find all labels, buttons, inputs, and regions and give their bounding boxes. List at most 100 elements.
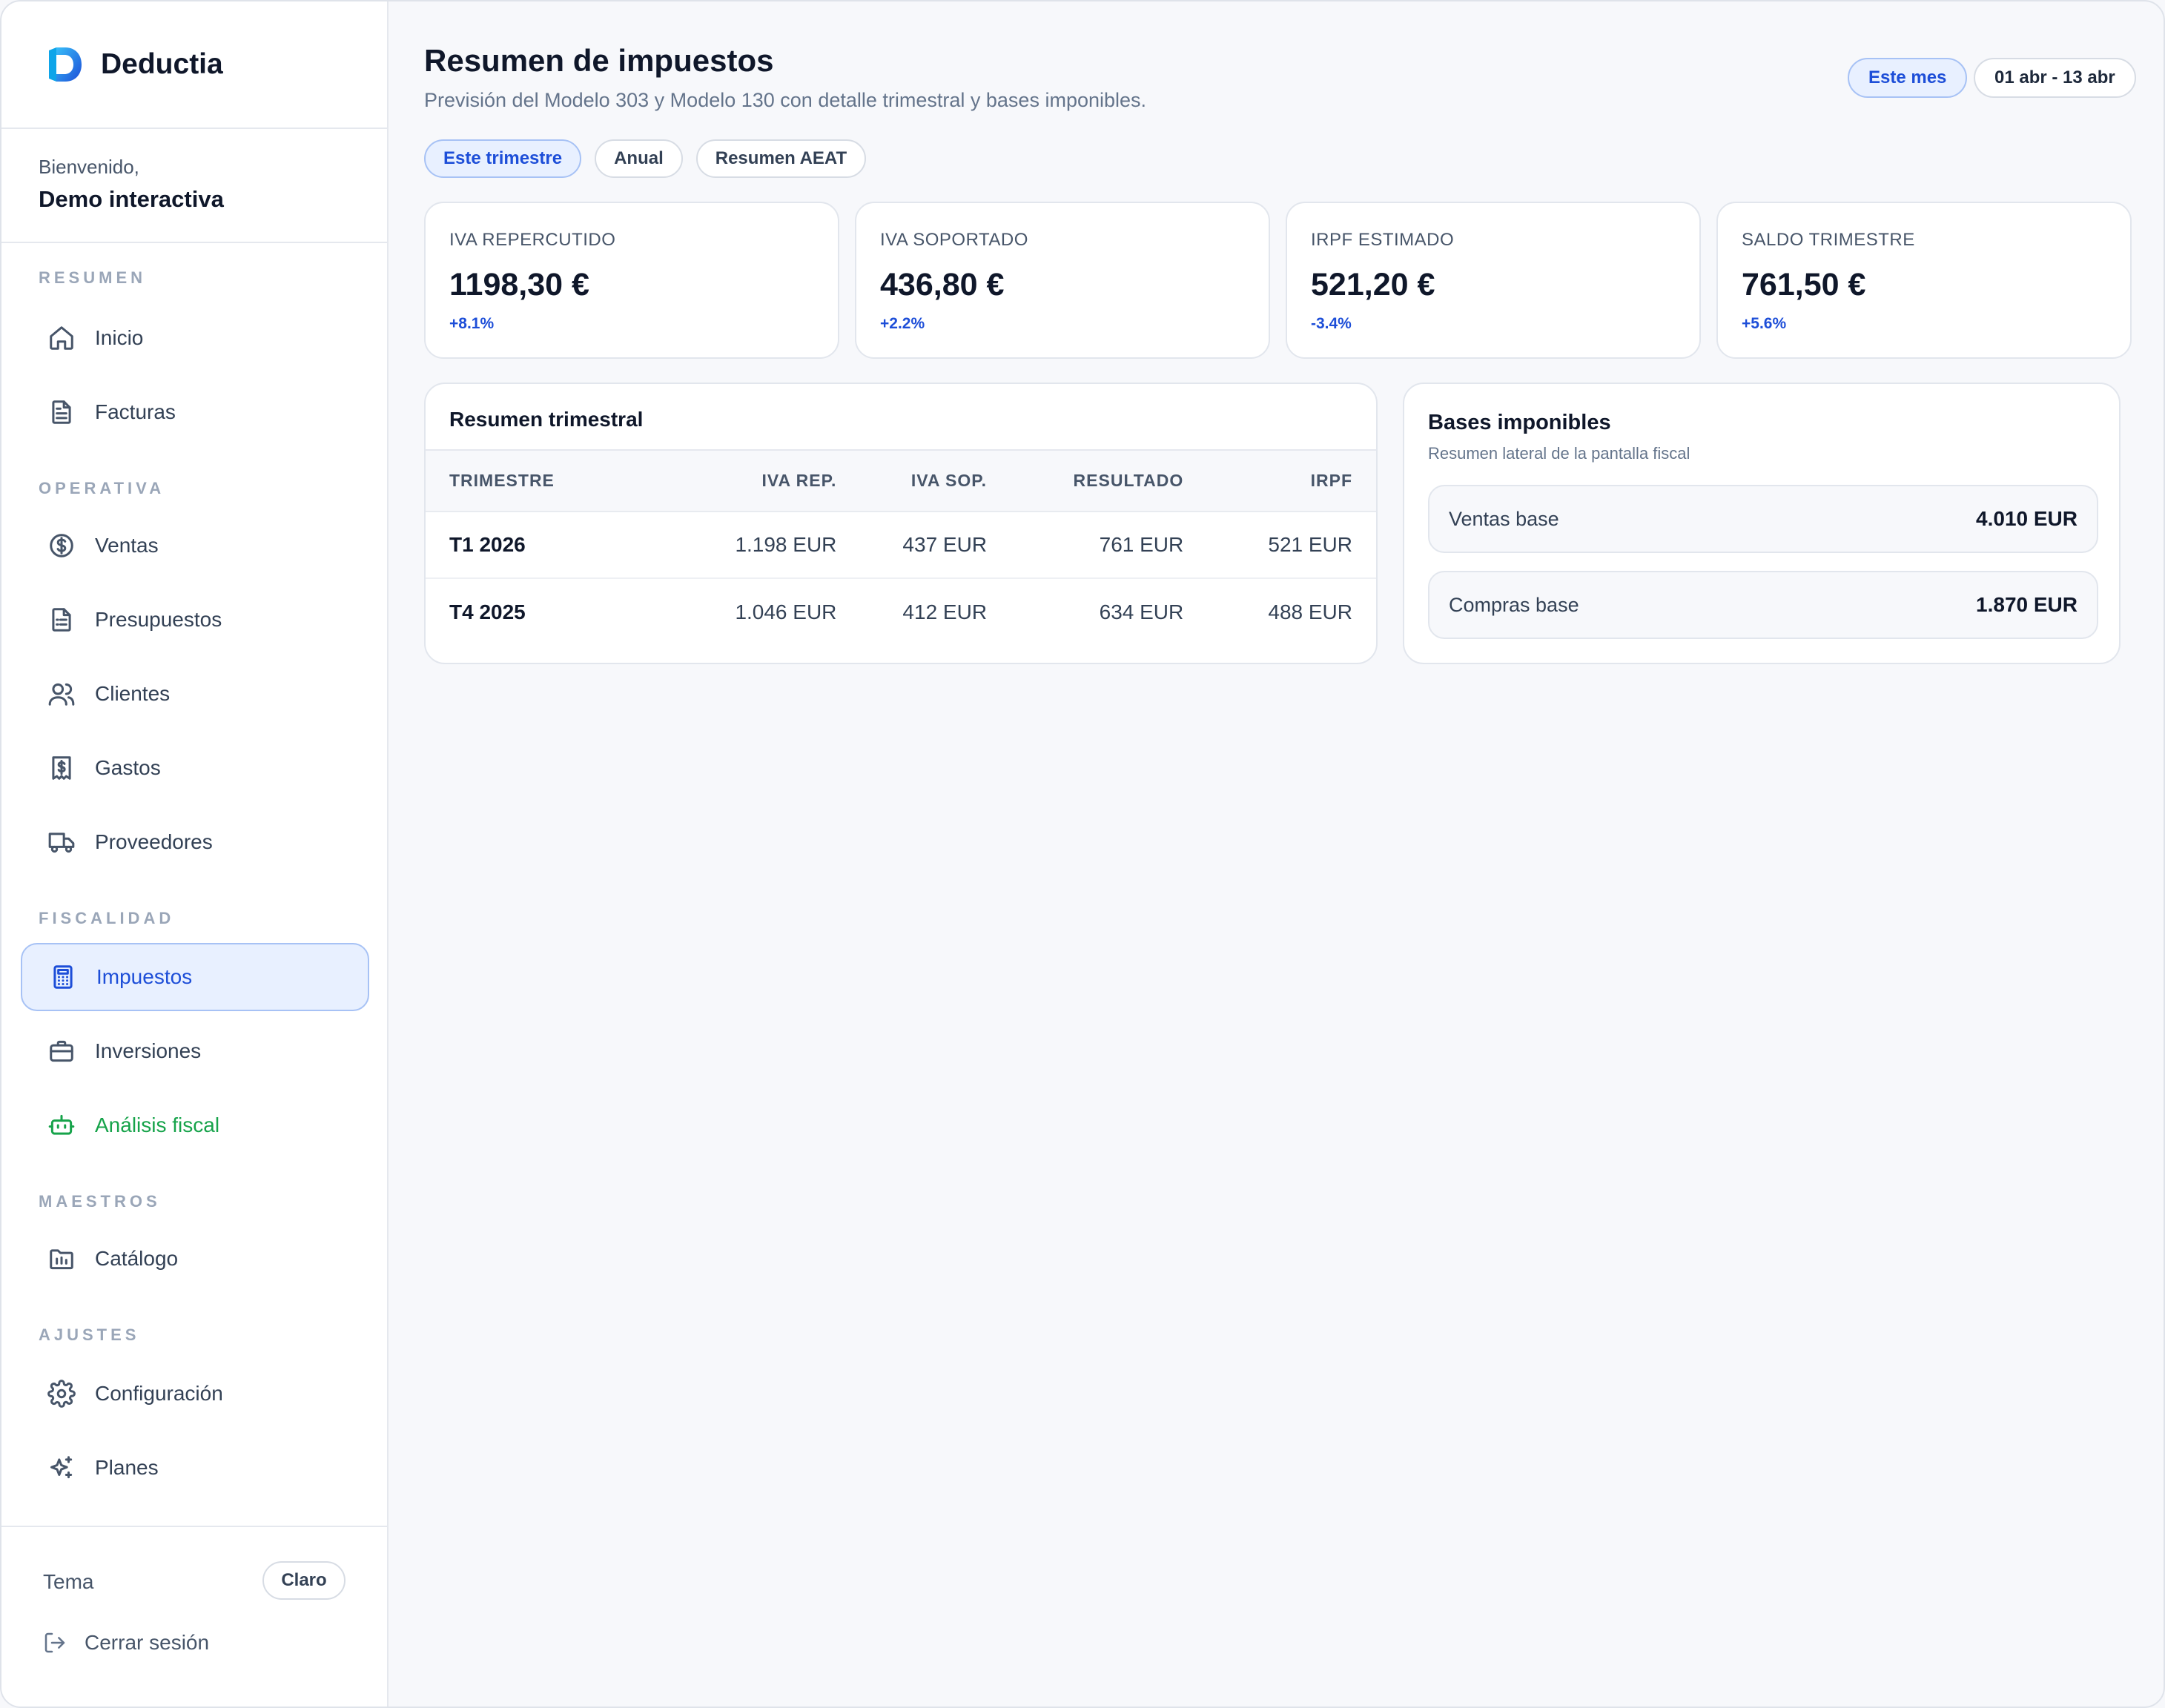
welcome-block: Bienvenido, Demo interactiva (1, 129, 387, 243)
section-maestros: MAESTROS (39, 1192, 161, 1211)
sidebar-footer: Tema Claro Cerrar sesión (1, 1526, 387, 1707)
view-tabs: Este trimestre Anual Resumen AEAT (424, 139, 867, 178)
sparkles-icon (50, 1456, 73, 1479)
kpi-card-iva-soportado: IVA SOPORTADO 436,80 € +2.2% (855, 202, 1270, 359)
sidebar-item-label: Ventas (95, 534, 159, 557)
base-row-compras: Compras base 1.870 EUR (1428, 571, 2098, 639)
app-name: Deductia (101, 48, 223, 80)
section-ajustes: AJUSTES (39, 1325, 140, 1344)
kpi-card-saldo-trimestre: SALDO TRIMESTRE 761,50 € +5.6% (1716, 202, 2132, 359)
deductia-logo-icon (49, 47, 82, 82)
table-cell: 634 EUR (1099, 600, 1184, 623)
user-name: Demo interactiva (39, 186, 224, 212)
sidebar-item-catalogo[interactable]: Catálogo (21, 1225, 369, 1293)
card-subtitle: Resumen lateral de la pantalla fiscal (1428, 444, 1690, 463)
main-content: Resumen de impuestos Previsión del Model… (389, 1, 2164, 1707)
table-cell: T4 2025 (449, 600, 526, 623)
card-title: Bases imponibles (1428, 411, 1611, 434)
logout-button[interactable]: Cerrar sesión (43, 1631, 209, 1655)
table-cell: 437 EUR (836, 512, 988, 579)
sidebar-item-label: Clientes (95, 682, 171, 705)
kpi-delta: +2.2% (880, 315, 925, 332)
table-cell: 488 EUR (1268, 600, 1352, 623)
logout-label: Cerrar sesión (85, 1631, 210, 1654)
sidebar-item-facturas[interactable]: Facturas (21, 378, 369, 446)
app-window: Deductia Bienvenido, Demo interactiva RE… (0, 0, 2165, 1708)
section-resumen: RESUMEN (39, 268, 147, 287)
table-cell: 412 EUR (902, 600, 988, 623)
kpi-delta: +5.6% (1742, 315, 1787, 332)
tab-anual[interactable]: Anual (595, 139, 683, 178)
table-cell: T1 2026 (426, 512, 656, 579)
quarterly-table: TRIMESTRE IVA REP. IVA SOP. RESULTADO IR… (426, 451, 1376, 645)
tab-este-trimestre[interactable]: Este trimestre (424, 139, 582, 178)
kpi-value: 761,50 € (1742, 267, 1866, 302)
sidebar-item-inicio[interactable]: Inicio (21, 304, 369, 372)
table-cell: 1.198 EUR (655, 512, 837, 579)
sidebar-item-gastos[interactable]: Gastos (21, 734, 369, 802)
base-label: Ventas base (1449, 507, 1559, 530)
quarterly-summary-card: Resumen trimestral TRIMESTRE IVA REP. IV… (424, 383, 1378, 664)
sidebar-item-ventas[interactable]: Ventas (21, 512, 369, 580)
table-cell: 1.046 EUR (735, 600, 837, 623)
truck-icon (48, 833, 75, 853)
kpi-value: 436,80 € (880, 267, 1005, 302)
page-title: Resumen de impuestos (424, 43, 774, 78)
period-filter-button[interactable]: Este mes (1848, 58, 1968, 98)
table-row[interactable]: T1 2026 1.198 EUR 437 EUR 761 EUR 521 EU… (426, 512, 1376, 579)
sidebar-item-label: Análisis fiscal (95, 1113, 220, 1136)
sidebar-item-label: Gastos (95, 756, 161, 779)
file-text-icon (52, 400, 71, 424)
theme-toggle[interactable]: Claro (262, 1561, 346, 1600)
kpi-delta: -3.4% (1311, 315, 1352, 332)
card-title: Resumen trimestral (426, 384, 1376, 451)
users-icon (48, 683, 75, 706)
sidebar-item-analisis-fiscal[interactable]: Análisis fiscal (21, 1091, 369, 1159)
sidebar-item-label: Configuración (95, 1382, 223, 1405)
table-header-row: TRIMESTRE IVA REP. IVA SOP. RESULTADO IR… (426, 451, 1376, 512)
column-header: IRPF (1183, 451, 1376, 512)
base-row-ventas: Ventas base 4.010 EUR (1428, 485, 2098, 553)
sidebar-item-clientes[interactable]: Clientes (21, 660, 369, 728)
kpi-label: SALDO TRIMESTRE (1742, 230, 1915, 250)
sidebar-item-inversiones[interactable]: Inversiones (21, 1017, 369, 1085)
column-header: IVA SOP. (836, 451, 988, 512)
sidebar-item-label: Impuestos (96, 965, 193, 988)
file-list-icon (52, 608, 71, 632)
column-header: RESULTADO (987, 451, 1184, 512)
tab-resumen-aeat[interactable]: Resumen AEAT (695, 139, 867, 178)
kpi-card-iva-repercutido: IVA REPERCUTIDO 1198,30 € +8.1% (424, 202, 839, 359)
sidebar-item-label: Inicio (95, 326, 144, 349)
table-cell: 761 EUR (987, 512, 1184, 579)
table-cell: 521 EUR (1183, 512, 1376, 579)
sidebar-item-configuracion[interactable]: Configuración (21, 1360, 369, 1428)
tax-bases-card: Bases imponibles Resumen lateral de la p… (1403, 383, 2121, 664)
base-value: 1.870 EUR (1976, 593, 2078, 616)
sidebar-item-planes[interactable]: Planes (21, 1434, 369, 1502)
sidebar-item-presupuestos[interactable]: Presupuestos (21, 586, 369, 654)
kpi-label: IRPF ESTIMADO (1311, 230, 1455, 250)
section-fiscalidad: FISCALIDAD (39, 909, 175, 927)
base-label: Compras base (1449, 593, 1579, 616)
kpi-label: IVA SOPORTADO (880, 230, 1028, 250)
date-range-button[interactable]: 01 abr - 13 abr (1974, 58, 2136, 98)
logout-icon (44, 1632, 65, 1653)
sidebar-item-label: Catálogo (95, 1247, 179, 1270)
table-row[interactable]: T4 2025 1.046 EUR 412 EUR 634 EUR 488 EU… (426, 578, 1376, 645)
sidebar-item-proveedores[interactable]: Proveedores (21, 808, 369, 876)
sidebar-item-impuestos[interactable]: Impuestos (21, 943, 369, 1011)
column-header: IVA REP. (655, 451, 837, 512)
dollar-circle-icon (50, 534, 73, 557)
kpi-label: IVA REPERCUTIDO (449, 230, 616, 250)
sidebar-item-label: Inversiones (95, 1039, 202, 1062)
base-value: 4.010 EUR (1976, 507, 2078, 530)
home-icon (50, 326, 73, 350)
gear-icon (47, 1380, 76, 1408)
sidebar: Deductia Bienvenido, Demo interactiva RE… (1, 1, 389, 1707)
sidebar-item-label: Facturas (95, 400, 176, 423)
brand[interactable]: Deductia (1, 1, 387, 129)
section-operativa: OPERATIVA (39, 479, 165, 497)
sidebar-item-label: Proveedores (95, 830, 213, 853)
kpi-card-irpf-estimado: IRPF ESTIMADO 521,20 € -3.4% (1286, 202, 1701, 359)
folder-chart-icon (50, 1249, 73, 1270)
